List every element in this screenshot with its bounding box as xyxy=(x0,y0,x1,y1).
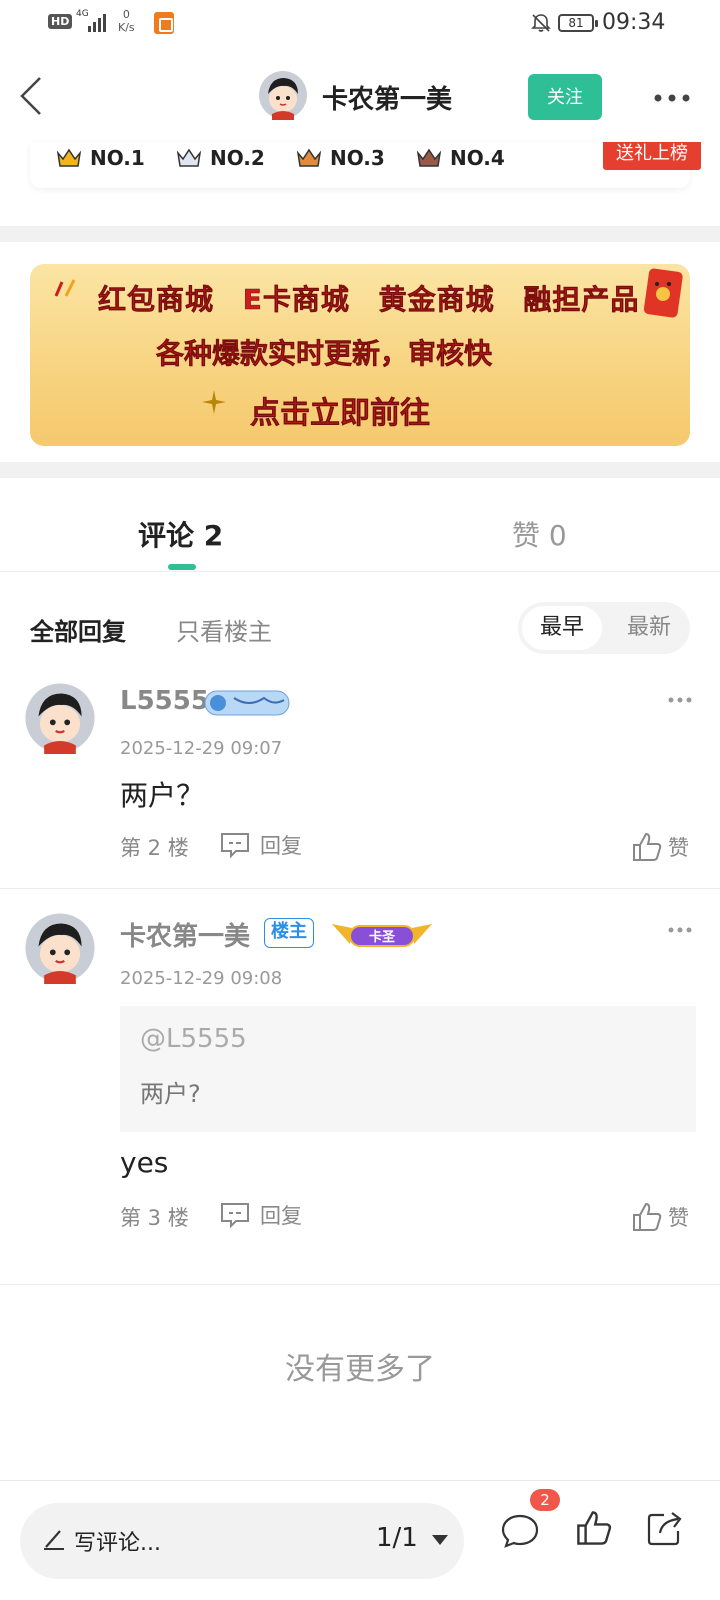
owner-badge: 楼主 xyxy=(264,918,314,948)
rank-item-1[interactable]: NO.1 xyxy=(56,146,145,170)
pen-icon xyxy=(44,1530,64,1550)
speed-unit: K/s xyxy=(118,21,135,34)
crown-dark-icon xyxy=(416,148,442,167)
hd-indicator: HD xyxy=(48,14,73,29)
like-button[interactable]: 赞 xyxy=(632,832,689,862)
rank-item-3[interactable]: NO.3 xyxy=(296,146,385,170)
sparkle-marks-icon xyxy=(54,279,76,297)
network-speed: 0 K/s xyxy=(118,8,135,34)
page-indicator[interactable]: 1/1 xyxy=(376,1523,418,1553)
gift-ranking: NO.1 NO.2 NO.3 NO.4 送礼上榜 xyxy=(30,142,701,188)
comment-icon[interactable] xyxy=(500,1513,540,1549)
rank-label: NO.2 xyxy=(210,146,265,170)
status-bar: HD 4G 0 K/s 81 09:34 xyxy=(0,0,720,50)
author-avatar[interactable] xyxy=(258,70,308,120)
no-more-text: 没有更多了 xyxy=(285,1352,435,1387)
like-button[interactable]: 赞 xyxy=(632,1202,689,1232)
comment-time: 2025-12-29 09:08 xyxy=(120,968,283,989)
share-icon[interactable] xyxy=(646,1509,684,1547)
like-label: 赞 xyxy=(668,1206,689,1230)
thumbs-up-icon xyxy=(633,1202,662,1231)
reply-label: 回复 xyxy=(260,834,302,858)
comment-text: 两户？ xyxy=(120,779,205,812)
comment-count-badge: 2 xyxy=(530,1489,560,1511)
quoted-reply[interactable]: @L5555 两户? xyxy=(120,1006,696,1132)
comment-text: yes xyxy=(120,1146,169,1179)
filter-owner-only[interactable]: 只看楼主 xyxy=(176,612,272,647)
rank-item-2[interactable]: NO.2 xyxy=(176,146,265,170)
reply-filter: 全部回复 只看楼主 最早 最新 xyxy=(0,600,720,656)
active-tab-indicator xyxy=(168,564,196,570)
comment-item: L5555 2025-12-29 09:07 两户？ 第 2 楼 回复 赞 xyxy=(0,682,720,888)
write-comment-placeholder: 写评论... xyxy=(74,1531,161,1556)
comment-more-icon[interactable] xyxy=(668,696,692,704)
thumbs-up-icon[interactable] xyxy=(576,1509,612,1547)
commenter-avatar[interactable] xyxy=(24,682,96,754)
level-badge-icon xyxy=(204,690,290,716)
quoted-text: 两户? xyxy=(140,1080,201,1108)
thumbs-up-icon xyxy=(633,832,662,861)
section-divider xyxy=(0,226,720,242)
commenter-name[interactable]: 卡农第一美 xyxy=(120,916,250,953)
battery-indicator: 81 xyxy=(558,14,598,32)
clock: 09:34 xyxy=(602,10,666,35)
floor-number: 第 2 楼 xyxy=(120,836,189,860)
mute-bell-icon xyxy=(531,14,551,32)
reply-button[interactable]: 回复 xyxy=(220,1200,302,1230)
section-divider xyxy=(0,462,720,478)
comment-separator xyxy=(0,1284,720,1285)
reply-bubble-icon xyxy=(221,833,249,858)
banner-subtitle: 各种爆款实时更新，审核快 xyxy=(156,337,493,371)
rank-item-4[interactable]: NO.4 xyxy=(416,146,505,170)
back-arrow-icon[interactable] xyxy=(18,76,44,116)
bottom-action-bar: 写评论... 1/1 2 xyxy=(0,1480,720,1600)
gift-rank-button[interactable]: 送礼上榜 xyxy=(603,142,701,170)
comment-more-icon[interactable] xyxy=(668,926,692,934)
comment-time: 2025-12-29 09:07 xyxy=(120,738,283,759)
sort-latest[interactable]: 最新 xyxy=(612,606,686,650)
rank-label: NO.4 xyxy=(450,146,505,170)
floor-number: 第 3 楼 xyxy=(120,1206,189,1230)
reply-label: 回复 xyxy=(260,1204,302,1228)
reply-bubble-icon xyxy=(221,1203,249,1228)
promo-banner[interactable]: 红包商城 E卡商城 黄金商城 融担产品 各种爆款实时更新，审核快 点击立即前往 xyxy=(30,264,690,446)
app-notification-icon xyxy=(154,12,174,34)
crown-gold-icon xyxy=(56,148,82,167)
crown-bronze-icon xyxy=(296,148,322,167)
star-sparkle-icon xyxy=(202,390,226,414)
network-type: 4G xyxy=(76,9,89,19)
banner-cta: 点击立即前往 xyxy=(250,396,431,432)
comment-tabs: 评论 2 赞 0 xyxy=(0,484,720,572)
speed-value: 0 xyxy=(122,8,130,21)
filter-all-replies[interactable]: 全部回复 xyxy=(30,612,126,647)
reply-button[interactable]: 回复 xyxy=(220,830,302,860)
sort-toggle: 最早 最新 xyxy=(518,602,690,654)
signal-icon xyxy=(88,14,106,32)
commenter-name[interactable]: L5555 xyxy=(120,686,209,716)
sort-earliest[interactable]: 最早 xyxy=(522,606,602,650)
quoted-user: @L5555 xyxy=(140,1024,247,1054)
like-label: 赞 xyxy=(668,836,689,860)
rank-label: NO.3 xyxy=(330,146,385,170)
crown-silver-icon xyxy=(176,148,202,167)
medal-badge: 卡圣 xyxy=(330,916,434,950)
comment-item: 卡农第一美 楼主 卡圣 2025-12-29 09:08 @L5555 两户? … xyxy=(0,912,720,1280)
caret-down-icon[interactable] xyxy=(432,1535,448,1545)
commenter-avatar[interactable] xyxy=(24,912,96,984)
rank-label: NO.1 xyxy=(90,146,145,170)
banner-shops: 红包商城 E卡商城 黄金商城 融担产品 xyxy=(98,283,640,317)
write-comment-input[interactable]: 写评论... 1/1 xyxy=(20,1503,464,1579)
red-envelope-icon xyxy=(643,268,683,318)
tab-comments[interactable]: 评论 2 xyxy=(138,514,223,554)
author-name[interactable]: 卡农第一美 xyxy=(322,79,452,116)
comment-separator xyxy=(0,888,720,889)
tab-likes[interactable]: 赞 0 xyxy=(512,514,567,554)
follow-button[interactable]: 关注 xyxy=(528,74,602,120)
more-options-icon[interactable] xyxy=(652,88,692,108)
medal-label: 卡圣 xyxy=(368,930,395,945)
